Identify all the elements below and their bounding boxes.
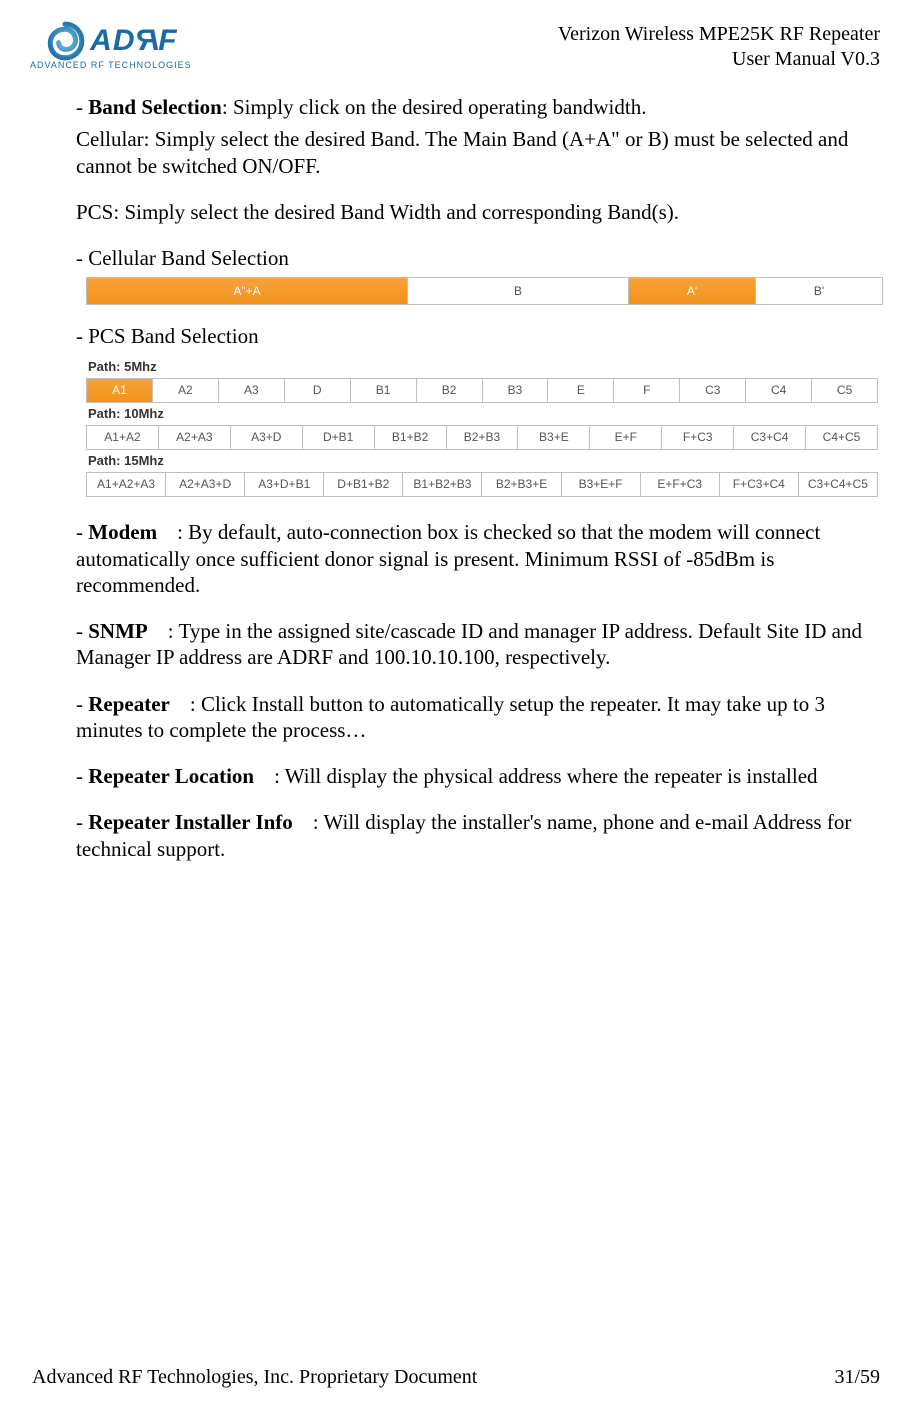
repeater-lead: - [76,692,88,716]
cellular-band-cell[interactable]: B' [756,277,883,305]
pcs-band-cell[interactable]: A1 [86,378,153,403]
pcs-path-label: Path: 5Mhz [86,356,878,378]
pcs-band-grid: Path: 5MhzA1A2A3DB1B2B3EFC3C4C5Path: 10M… [86,356,878,498]
pcs-band-cell[interactable]: C3+C4 [734,425,806,450]
pcs-band-cell[interactable]: B2 [417,378,483,403]
pcs-band-cell[interactable]: B3+E+F [562,472,641,497]
doc-version: User Manual V0.3 [558,47,880,72]
logo-main-text: ADRF [90,24,177,58]
pcs-band-cell[interactable]: A3+D [231,425,303,450]
pcs-band-cell[interactable]: B1+B2 [375,425,447,450]
pcs-band-cell[interactable]: D+B1+B2 [324,472,403,497]
pcs-heading: - PCS Band Selection [76,323,870,349]
pcs-band-cell[interactable]: C5 [812,378,878,403]
snmp-lead: - [76,619,88,643]
pcs-band-cell[interactable]: F+C3+C4 [720,472,799,497]
pcs-row: A1+A2+A3A2+A3+DA3+D+B1D+B1+B2B1+B2+B3B2+… [86,472,878,497]
pcs-band-cell[interactable]: E+F+C3 [641,472,720,497]
cellular-band-bar: A"+ABA'B' [86,277,878,305]
logo: ADRF ADVANCED RF TECHNOLOGIES [30,20,192,70]
modem-lead: - [76,520,88,544]
pcs-band-cell[interactable]: F+C3 [662,425,734,450]
pcs-band-cell[interactable]: B1+B2+B3 [403,472,482,497]
band-selection-bold: Band Selection [88,95,222,119]
pcs-band-cell[interactable]: A2+A3 [159,425,231,450]
header-titles: Verizon Wireless MPE25K RF Repeater User… [558,22,880,72]
cellular-band-cell[interactable]: A"+A [86,277,408,305]
pcs-band-cell[interactable]: E [548,378,614,403]
snmp-bold: SNMP [88,619,148,643]
page-footer: Advanced RF Technologies, Inc. Proprieta… [32,1366,880,1389]
pcs-band-cell[interactable]: B2+B3 [447,425,519,450]
loc-rest: : Will display the physical address wher… [254,764,817,788]
pcs-band-cell[interactable]: B3 [483,378,549,403]
body-content: - Band Selection: Simply click on the de… [76,94,870,862]
pcs-band-cell[interactable]: F [614,378,680,403]
doc-title: Verizon Wireless MPE25K RF Repeater [558,22,880,47]
modem-rest: : By default, auto-connection box is che… [76,520,820,597]
pcs-band-cell[interactable]: C3 [680,378,746,403]
cellular-desc: Cellular: Simply select the desired Band… [76,126,870,179]
loc-lead: - [76,764,88,788]
band-selection-lead: - [76,95,88,119]
pcs-band-cell[interactable]: A3 [219,378,285,403]
footer-left: Advanced RF Technologies, Inc. Proprieta… [32,1366,477,1389]
repeater-bold: Repeater [88,692,170,716]
cellular-band-cell[interactable]: A' [629,277,756,305]
footer-right: 31/59 [834,1366,880,1389]
pcs-path-label: Path: 15Mhz [86,450,878,472]
pcs-band-cell[interactable]: B2+B3+E [482,472,561,497]
pcs-band-cell[interactable]: A3+D+B1 [245,472,324,497]
loc-bold: Repeater Location [88,764,254,788]
pcs-band-cell[interactable]: C3+C4+C5 [799,472,878,497]
pcs-band-cell[interactable]: D+B1 [303,425,375,450]
pcs-band-cell[interactable]: B1 [351,378,417,403]
pcs-row: A1+A2A2+A3A3+DD+B1B1+B2B2+B3B3+EE+FF+C3C… [86,425,878,450]
logo-swirl-icon [44,20,86,62]
pcs-band-cell[interactable]: D [285,378,351,403]
pcs-band-cell[interactable]: A1+A2+A3 [86,472,166,497]
pcs-band-cell[interactable]: A2 [153,378,219,403]
logo-sub-text: ADVANCED RF TECHNOLOGIES [30,60,192,70]
pcs-band-cell[interactable]: B3+E [518,425,590,450]
pcs-band-cell[interactable]: E+F [590,425,662,450]
cellular-heading: - Cellular Band Selection [76,245,870,271]
page-header: ADRF ADVANCED RF TECHNOLOGIES Verizon Wi… [32,20,880,72]
pcs-band-cell[interactable]: C4+C5 [806,425,878,450]
pcs-desc: PCS: Simply select the desired Band Widt… [76,199,870,225]
pcs-band-cell[interactable]: C4 [746,378,812,403]
pcs-path-label: Path: 10Mhz [86,403,878,425]
pcs-band-cell[interactable]: A1+A2 [86,425,159,450]
repeater-rest: : Click Install button to automatically … [76,692,825,742]
cellular-band-cell[interactable]: B [408,277,629,305]
inst-bold: Repeater Installer Info [88,810,293,834]
band-selection-rest: : Simply click on the desired operating … [222,95,647,119]
snmp-rest: : Type in the assigned site/cascade ID a… [76,619,862,669]
inst-lead: - [76,810,88,834]
modem-bold: Modem [88,520,157,544]
pcs-band-cell[interactable]: A2+A3+D [166,472,245,497]
pcs-row: A1A2A3DB1B2B3EFC3C4C5 [86,378,878,403]
